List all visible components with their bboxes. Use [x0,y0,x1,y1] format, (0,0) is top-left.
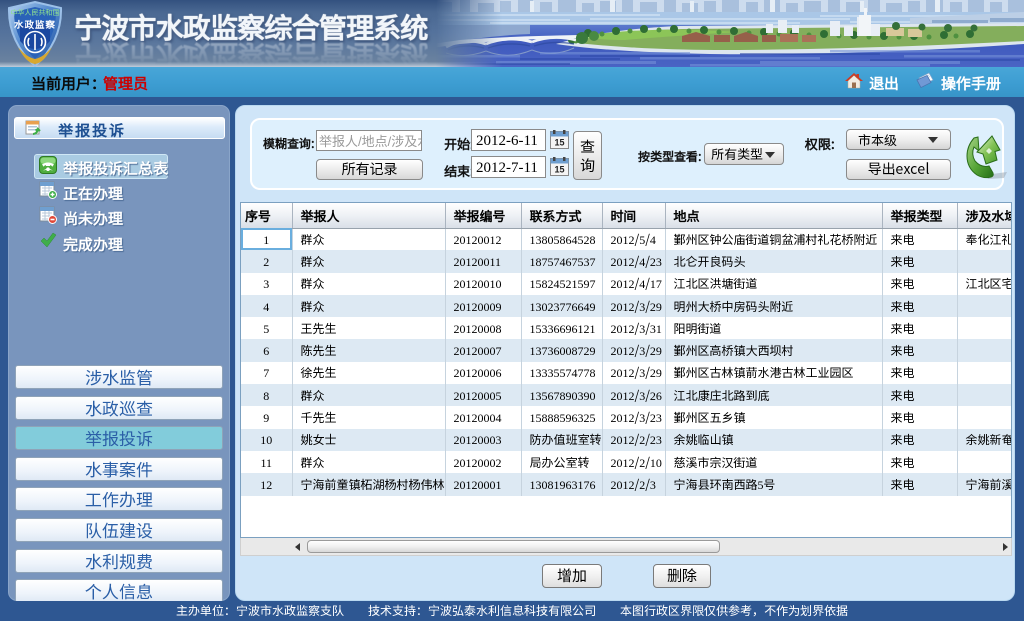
svg-text:15: 15 [554,165,564,175]
svg-text:15: 15 [554,138,564,148]
svg-text:水政监察: 水政监察 [13,17,56,31]
